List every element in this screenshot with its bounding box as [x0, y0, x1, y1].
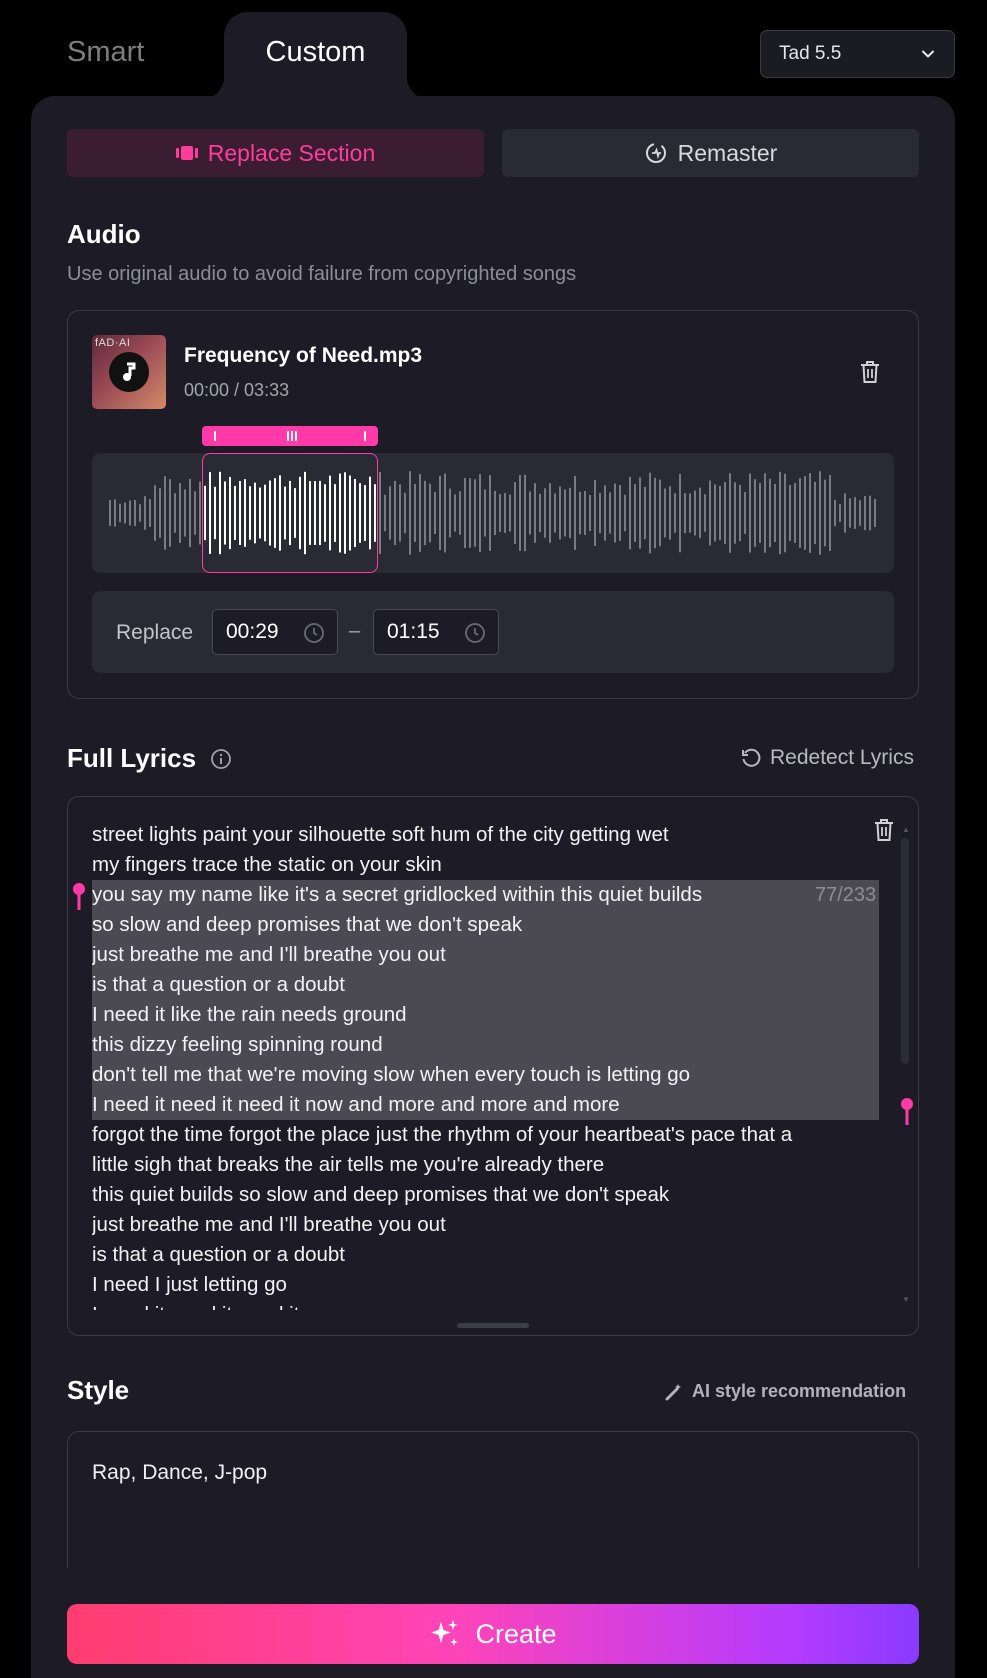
sparkles-icon: [431, 1620, 459, 1646]
lyrics-heading: Full Lyrics: [67, 743, 197, 773]
lyric-line: little sigh that breaks the air tells me…: [92, 1153, 605, 1176]
lyric-line: just breathe me and I'll breathe you out: [92, 1213, 446, 1236]
info-icon[interactable]: [210, 748, 232, 770]
tab-custom[interactable]: Custom: [200, 12, 431, 100]
scroll-down-icon[interactable]: ▼: [902, 1295, 910, 1304]
refresh-icon: [742, 748, 761, 767]
ai-style-recommendation-button[interactable]: AI style recommendation: [664, 1381, 906, 1402]
create-label: Create: [475, 1618, 557, 1649]
lyric-line: just breathe me and I'll breathe you out: [92, 943, 446, 966]
selection-region[interactable]: [202, 453, 378, 573]
lyric-line: I need it like the rain needs ground: [92, 1003, 407, 1026]
album-cover: fAD·AI: [92, 335, 166, 409]
replace-section-label: Replace Section: [207, 139, 376, 166]
range-end-pin-icon[interactable]: [900, 1097, 914, 1127]
selection-drag-handle[interactable]: [202, 426, 378, 446]
range-start-pin-icon[interactable]: [72, 882, 86, 912]
lyric-line: my fingers trace the static on your skin: [92, 853, 442, 876]
lyric-line: is that a question or a doubt: [92, 973, 346, 996]
remaster-icon: [645, 143, 666, 163]
audio-file-name: Frequency of Need.mp3: [184, 344, 423, 367]
style-input-value: Rap, Dance, J-pop: [92, 1461, 268, 1484]
audio-heading: Audio: [67, 219, 141, 249]
lyric-line: is that a question or a doubt: [92, 1243, 346, 1266]
create-button[interactable]: Create: [67, 1604, 919, 1664]
audio-playback-time: 00:00 / 03:33: [184, 380, 290, 400]
lyric-line: I need it need it need it now and more a…: [92, 1093, 620, 1116]
remaster-button[interactable]: Remaster: [502, 129, 919, 177]
redetect-lyrics-button[interactable]: Redetect Lyrics: [740, 746, 914, 770]
audio-subtitle: Use original audio to avoid failure from…: [67, 263, 577, 285]
lyrics-char-counter: 77/233: [815, 884, 877, 906]
clock-icon: [465, 623, 485, 643]
tab-smart[interactable]: Smart: [67, 36, 144, 69]
lyric-line: street lights paint your silhouette soft…: [92, 823, 669, 846]
ai-style-recommendation-label: AI style recommendation: [692, 1381, 907, 1401]
magic-wand-icon: [665, 1383, 681, 1400]
replace-section-icon: [175, 146, 198, 160]
lyric-line: forgot the time forgot the place just th…: [92, 1123, 793, 1146]
lyric-line: I need I just letting go: [92, 1273, 287, 1296]
lyric-line: this quiet builds so slow and deep promi…: [92, 1183, 670, 1206]
lyric-line: I need it need it need it: [92, 1300, 892, 1310]
scroll-up-icon[interactable]: ▲: [902, 825, 910, 834]
clear-lyrics-icon[interactable]: [872, 817, 896, 843]
delete-audio-icon[interactable]: [858, 359, 882, 385]
replace-start-input[interactable]: 00:29: [212, 609, 338, 655]
clock-icon: [304, 623, 324, 643]
lyrics-scrollbar[interactable]: [901, 838, 909, 1064]
lyric-line: this dizzy feeling spinning round: [92, 1033, 383, 1056]
lyrics-text[interactable]: street lights paint your silhouette soft…: [92, 820, 892, 1310]
replace-end-value: 01:15: [387, 620, 440, 643]
lyric-line: you say my name like it's a secret gridl…: [92, 883, 703, 906]
remaster-label: Remaster: [677, 139, 778, 166]
lyric-line: don't tell me that we're moving slow whe…: [92, 1063, 691, 1086]
style-heading: Style: [67, 1375, 130, 1405]
cover-text: fAD·AI: [95, 337, 131, 349]
model-select-value: Tad 5.5: [779, 43, 842, 64]
resize-handle[interactable]: [457, 1323, 529, 1328]
replace-section-button[interactable]: Replace Section: [67, 129, 484, 177]
replace-end-input[interactable]: 01:15: [373, 609, 499, 655]
music-note-icon: [109, 352, 149, 392]
replace-start-value: 00:29: [226, 620, 279, 643]
redetect-lyrics-label: Redetect Lyrics: [770, 746, 914, 769]
tab-custom-label: Custom: [265, 36, 366, 68]
lyric-line: so slow and deep promises that we don't …: [92, 913, 523, 936]
model-select[interactable]: Tad 5.5: [760, 30, 955, 78]
range-dash: –: [349, 620, 361, 642]
chevron-down-icon: [922, 50, 934, 58]
replace-label: Replace: [116, 621, 194, 644]
